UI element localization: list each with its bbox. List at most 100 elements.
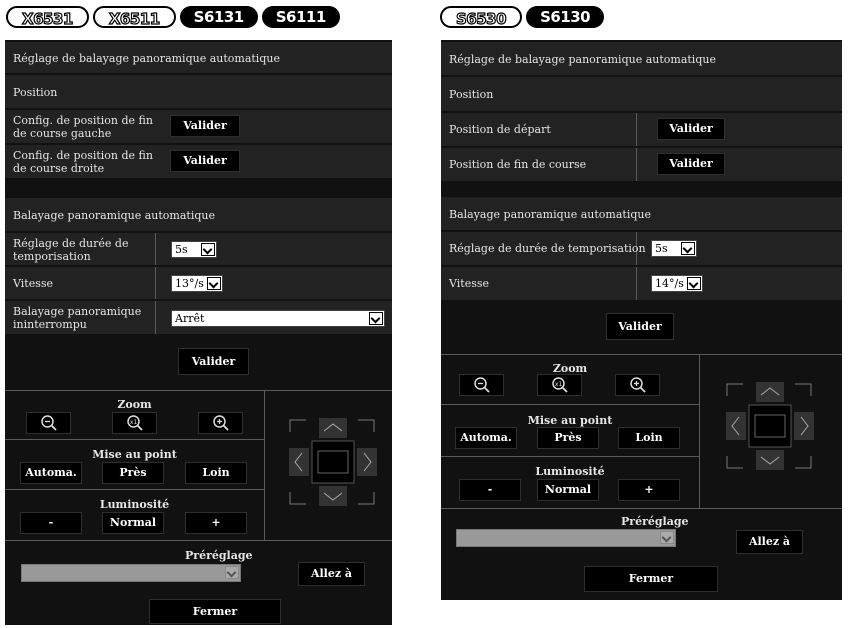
brightness-label: Luminosité	[99, 498, 170, 511]
brightness-normal-button[interactable]: Normal	[537, 479, 599, 501]
left-end-apply-button[interactable]: Valider	[170, 115, 240, 137]
speed-select[interactable]: 13°/s	[171, 275, 223, 292]
endless-row: Balayage panoramique ininterrompu Arrêt	[5, 301, 392, 334]
ptz-pad[interactable]	[721, 376, 817, 476]
focus-far-button[interactable]: Loin	[618, 427, 680, 449]
zoom-out-button[interactable]	[459, 374, 504, 396]
divider	[5, 390, 392, 391]
corner-up-right-icon[interactable]	[795, 383, 812, 396]
pan-down-button[interactable]	[756, 450, 784, 470]
speed-label: Vitesse	[449, 277, 489, 290]
corner-down-left-icon[interactable]	[289, 492, 306, 505]
divider	[699, 354, 700, 508]
speed-select[interactable]: 14°/s	[651, 275, 703, 292]
chevron-down-icon	[225, 566, 239, 579]
preset-goto-button[interactable]: Allez à	[736, 530, 803, 554]
autopan-apply-button[interactable]: Valider	[178, 348, 249, 375]
model-badge: S6111	[261, 6, 340, 28]
autopan-apply-button[interactable]: Valider	[606, 313, 674, 340]
corner-up-left-icon[interactable]	[726, 383, 743, 396]
divider	[441, 456, 699, 457]
zoom-reset-button[interactable]: x1	[112, 412, 157, 434]
corner-down-right-icon[interactable]	[358, 492, 375, 505]
zoom-out-icon	[40, 415, 57, 431]
model-badge: X6511	[92, 6, 176, 29]
pan-left-button[interactable]	[726, 412, 746, 440]
autopan-header-text: Balayage panoramique automatique	[449, 208, 651, 221]
close-button[interactable]: Fermer	[149, 599, 281, 624]
right-end-apply-button[interactable]: Valider	[170, 150, 240, 172]
column-divider	[155, 301, 156, 334]
zoom-in-button[interactable]	[198, 412, 243, 434]
chevron-down-icon	[687, 277, 701, 290]
right-end-row: Config. de position de fin de course dro…	[5, 145, 392, 178]
focus-auto-button[interactable]: Automa.	[455, 427, 517, 449]
position-header-text: Position	[13, 86, 58, 99]
speed-row: Vitesse 14°/s	[441, 267, 842, 300]
focus-label: Mise au point	[92, 448, 177, 461]
speed-value: 14°/s	[655, 277, 684, 290]
brightness-plus-button[interactable]: +	[185, 512, 247, 534]
autopan-header: Balayage panoramique automatique	[5, 198, 392, 231]
column-divider	[636, 113, 637, 146]
ptz-pad[interactable]	[284, 412, 380, 512]
divider	[5, 489, 264, 490]
start-apply-button[interactable]: Valider	[657, 118, 725, 140]
zoom-reset-button[interactable]: x1	[537, 374, 582, 396]
focus-far-button[interactable]: Loin	[185, 462, 247, 484]
preset-goto-button[interactable]: Allez à	[298, 562, 365, 586]
focus-auto-button[interactable]: Automa.	[20, 462, 82, 484]
dwell-select[interactable]: 5s	[171, 241, 217, 258]
pan-right-button[interactable]	[794, 412, 814, 440]
autopan-header: Balayage panoramique automatique	[441, 197, 842, 230]
brightness-minus-button[interactable]: -	[20, 512, 82, 534]
preset-select[interactable]	[21, 564, 241, 582]
zoom-x1-icon: x1	[551, 377, 568, 393]
corner-down-right-icon[interactable]	[795, 456, 812, 469]
close-button[interactable]: Fermer	[584, 566, 718, 592]
start-row: Position de départ Valider	[441, 113, 842, 146]
corner-up-right-icon[interactable]	[358, 419, 375, 432]
model-badge: X6531	[6, 6, 89, 29]
dwell-select[interactable]: 5s	[651, 240, 697, 257]
position-header: Position	[441, 77, 842, 111]
pan-right-button[interactable]	[357, 448, 377, 476]
zoom-out-button[interactable]	[26, 412, 71, 434]
corner-up-left-icon[interactable]	[289, 419, 306, 432]
endless-select[interactable]: Arrêt	[171, 310, 385, 327]
zoom-out-icon	[473, 377, 490, 393]
panel-title-text: Réglage de balayage panoramique automati…	[13, 52, 280, 65]
brightness-plus-button[interactable]: +	[618, 479, 680, 501]
dwell-value: 5s	[175, 243, 188, 256]
autopan-header-text: Balayage panoramique automatique	[13, 209, 215, 222]
end-row: Position de fin de course Valider	[441, 148, 842, 181]
speed-row: Vitesse 13°/s	[5, 267, 392, 299]
focus-near-button[interactable]: Près	[102, 462, 164, 484]
zoom-in-icon	[629, 377, 646, 393]
left-panel: Réglage de balayage panoramique automati…	[5, 40, 392, 625]
zoom-in-button[interactable]	[615, 374, 660, 396]
corner-down-left-icon[interactable]	[726, 456, 743, 469]
pan-down-button[interactable]	[319, 486, 347, 506]
chevron-down-icon	[681, 242, 695, 255]
right-panel: Réglage de balayage panoramique automati…	[441, 40, 842, 600]
model-badges-right: S6530 S6130	[440, 4, 605, 30]
divider	[441, 508, 842, 509]
svg-text:x1: x1	[129, 419, 137, 426]
model-badge: S6130	[526, 6, 605, 28]
pan-up-button[interactable]	[756, 382, 784, 402]
brightness-minus-button[interactable]: -	[459, 479, 521, 501]
chevron-down-icon	[207, 277, 221, 290]
end-apply-button[interactable]: Valider	[657, 153, 725, 175]
start-label: Position de départ	[449, 123, 551, 136]
model-badge: S6131	[179, 6, 258, 28]
divider	[5, 439, 264, 440]
pan-left-button[interactable]	[289, 448, 309, 476]
preset-select[interactable]	[456, 529, 676, 547]
chevron-down-icon	[369, 312, 383, 325]
focus-near-button[interactable]: Près	[537, 427, 599, 449]
pan-up-button[interactable]	[319, 418, 347, 438]
preset-label: Préréglage	[621, 515, 689, 528]
brightness-label: Luminosité	[535, 465, 605, 478]
brightness-normal-button[interactable]: Normal	[102, 512, 164, 534]
